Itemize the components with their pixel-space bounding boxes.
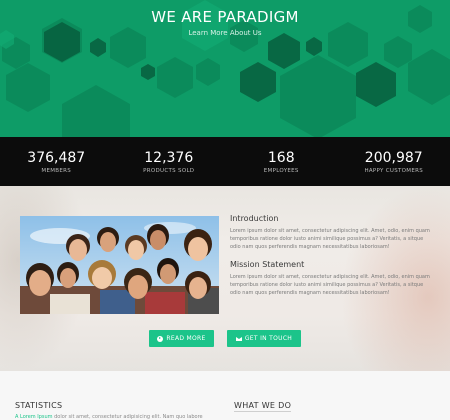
stat-label: EMPLOYEES	[263, 167, 299, 174]
statistics-heading: STATISTICS	[15, 401, 63, 410]
mission-heading: Mission Statement	[230, 260, 305, 269]
about-text-column: Introduction Lorem ipsum dolor sit amet,…	[230, 214, 430, 306]
stat-label: HAPPY CUSTOMERS	[364, 167, 424, 174]
bottom-section: STATISTICS WHAT WE DO A Lorem Ipsum dolo…	[0, 371, 450, 420]
stat-members: 376,487 MEMBERS	[6, 150, 106, 174]
stat-value: 168	[267, 149, 295, 166]
mission-text: Lorem ipsum dolor sit amet, consectetur …	[230, 274, 430, 296]
group-photo-image	[20, 216, 219, 314]
statistics-text: A Lorem Ipsum dolor sit amet, consectetu…	[15, 414, 203, 420]
read-more-label: READ MORE	[166, 335, 206, 342]
envelope-icon	[235, 336, 242, 341]
stat-employees: 168 EMPLOYEES	[231, 150, 331, 174]
introduction-text: Lorem ipsum dolor sit amet, consectetur …	[230, 228, 430, 250]
stat-happy-customers: 200,987 HAPPY CUSTOMERS	[344, 150, 444, 174]
stat-label: PRODUCTS SOLD	[143, 167, 195, 174]
stat-value: 200,987	[364, 149, 423, 166]
hero-banner: WE ARE PARADIGM Learn More About Us	[0, 0, 450, 137]
about-section: Introduction Lorem ipsum dolor sit amet,…	[0, 186, 450, 371]
read-more-button[interactable]: READ MORE	[149, 330, 214, 347]
introduction-heading: Introduction	[230, 214, 279, 223]
get-in-touch-label: GET IN TOUCH	[244, 335, 293, 342]
statistics-text-link[interactable]: A Lorem Ipsum	[15, 414, 53, 420]
what-we-do-heading: WHAT WE DO	[234, 401, 292, 412]
hero-title: WE ARE PARADIGM	[151, 8, 299, 26]
stat-value: 376,487	[27, 149, 86, 166]
statistics-text-rest: dolor sit amet, consectetur adipisicing …	[52, 414, 203, 420]
get-in-touch-button[interactable]: GET IN TOUCH	[227, 330, 301, 347]
stats-bar: 376,487 MEMBERS 12,376 PRODUCTS SOLD 168…	[0, 137, 450, 186]
play-circle-icon	[157, 335, 164, 342]
stat-products-sold: 12,376 PRODUCTS SOLD	[119, 150, 219, 174]
stat-label: MEMBERS	[41, 167, 72, 174]
team-photo	[20, 216, 219, 314]
stat-value: 12,376	[144, 149, 194, 166]
learn-more-link[interactable]: Learn More About Us	[0, 29, 450, 37]
